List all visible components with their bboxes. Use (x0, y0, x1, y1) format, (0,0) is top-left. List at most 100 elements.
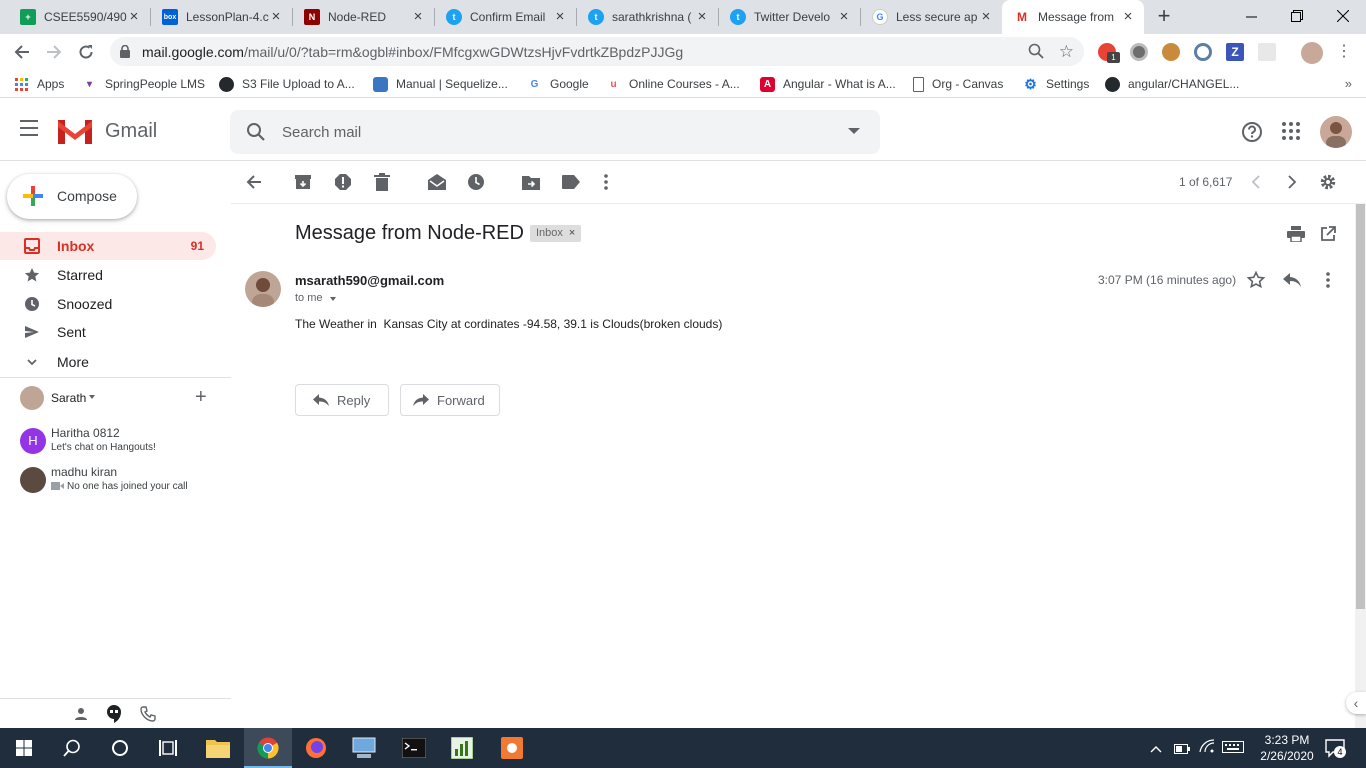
keyboard-icon[interactable] (1222, 740, 1244, 758)
bookmark-angular-changelog[interactable]: angular/CHANGEL... (1105, 75, 1239, 93)
nav-inbox[interactable]: Inbox 91 (0, 232, 216, 260)
open-in-new-window-icon[interactable] (1318, 224, 1338, 244)
task-view-icon[interactable] (144, 728, 192, 768)
restore-button[interactable] (1274, 0, 1320, 32)
bookmark-apps[interactable]: Apps (14, 75, 64, 93)
reply-button[interactable]: Reply (295, 384, 389, 416)
terminal-icon[interactable] (390, 728, 438, 768)
cast-extension-icon[interactable] (1258, 43, 1276, 61)
move-to-icon[interactable] (521, 172, 541, 192)
url-text[interactable]: mail.google.com/mail/u/0/?tab=rm&ogbl#in… (142, 44, 683, 60)
phone-icon[interactable] (140, 706, 156, 727)
snooze-icon[interactable] (466, 172, 486, 192)
lock-icon[interactable] (120, 44, 130, 63)
nav-more[interactable]: More (0, 348, 216, 376)
nav-sent[interactable]: Sent (0, 318, 216, 346)
hangouts-contact[interactable]: H Haritha 0812 Let's chat on Hangouts! (20, 426, 220, 462)
network-app-icon[interactable] (340, 728, 388, 768)
account-avatar[interactable] (1320, 116, 1352, 148)
firefox-icon[interactable] (292, 728, 340, 768)
inbox-label-chip[interactable]: Inbox × (530, 225, 582, 242)
adblock-extension-icon[interactable]: 1 (1098, 43, 1120, 63)
file-explorer-icon[interactable] (194, 728, 242, 768)
mark-unread-icon[interactable] (427, 172, 447, 192)
gmail-wordmark[interactable]: Gmail (105, 120, 157, 143)
search-input[interactable]: Search mail (282, 124, 361, 141)
search-icon[interactable] (246, 122, 266, 147)
sender-email[interactable]: msarath590@gmail.com (295, 273, 444, 288)
help-icon[interactable] (1241, 121, 1263, 143)
extension-icon[interactable] (1130, 43, 1148, 61)
show-details-icon[interactable] (330, 297, 336, 301)
remove-label-icon[interactable]: × (569, 225, 575, 242)
browser-tab[interactable]: + CSEE5590/490 × (8, 0, 150, 34)
reload-button[interactable] (74, 40, 98, 64)
label-icon[interactable] (561, 172, 581, 192)
bookmark-s3-upload[interactable]: S3 File Upload to A... (219, 75, 355, 93)
sender-avatar[interactable] (245, 271, 281, 307)
newer-message-icon[interactable] (1246, 172, 1266, 192)
search-mail-bar[interactable]: Search mail (230, 110, 880, 154)
close-window-button[interactable] (1320, 0, 1366, 32)
forward-button[interactable] (42, 40, 66, 64)
new-tab-button[interactable]: + (1152, 5, 1176, 29)
bookmark-google[interactable]: G Google (527, 75, 589, 93)
close-tab-icon[interactable]: × (552, 9, 568, 25)
minimize-button[interactable] (1228, 0, 1274, 32)
contacts-icon[interactable] (74, 707, 88, 726)
back-to-inbox-icon[interactable] (244, 172, 264, 192)
older-message-icon[interactable] (1282, 172, 1302, 192)
browser-tab[interactable]: N Node-RED × (292, 0, 434, 34)
system-clock[interactable]: 3:23 PM 2/26/2020 (1252, 732, 1322, 764)
action-center-icon[interactable]: 4 (1325, 738, 1346, 758)
browser-tab[interactable]: t Twitter Develo × (718, 0, 860, 34)
close-tab-icon[interactable]: × (268, 9, 284, 25)
print-icon[interactable] (1286, 224, 1306, 244)
forward-button[interactable]: Forward (400, 384, 500, 416)
hangouts-user[interactable]: Sarath + (20, 386, 220, 410)
zoom-icon[interactable] (1028, 43, 1044, 64)
close-tab-icon[interactable]: × (1120, 9, 1136, 25)
main-menu-icon[interactable] (20, 120, 44, 140)
chart-app-icon[interactable] (438, 728, 486, 768)
chrome-taskbar-icon[interactable] (244, 728, 292, 768)
chrome-menu-icon[interactable]: ⋮ (1336, 42, 1352, 62)
scrollbar-thumb[interactable] (1356, 204, 1365, 609)
nav-snoozed[interactable]: Snoozed (0, 290, 216, 318)
bookmarks-overflow-icon[interactable]: » (1345, 76, 1352, 91)
hangouts-icon[interactable] (106, 705, 122, 728)
delete-icon[interactable] (372, 172, 392, 192)
media-app-icon[interactable] (488, 728, 536, 768)
star-message-icon[interactable] (1246, 270, 1266, 290)
bookmark-org-canvas[interactable]: Org - Canvas (913, 75, 1003, 93)
search-options-icon[interactable] (848, 128, 860, 134)
google-apps-icon[interactable] (1282, 122, 1302, 142)
chrome-profile-avatar[interactable] (1301, 42, 1323, 64)
windows-start-icon[interactable] (0, 728, 48, 768)
report-spam-icon[interactable] (333, 172, 353, 192)
browser-tab-active[interactable]: M Message from × (1002, 0, 1144, 34)
compose-button[interactable]: Compose (7, 174, 137, 219)
cookie-extension-icon[interactable] (1162, 43, 1180, 61)
back-button[interactable] (10, 40, 34, 64)
message-more-icon[interactable] (1318, 270, 1338, 290)
nav-starred[interactable]: Starred (0, 261, 216, 289)
browser-tab[interactable]: t sarathkrishna ( × (576, 0, 718, 34)
browser-tab[interactable]: t Confirm Email × (434, 0, 576, 34)
search-icon[interactable] (48, 728, 96, 768)
new-conversation-icon[interactable]: + (195, 387, 207, 407)
browser-tab[interactable]: G Less secure ap × (860, 0, 1002, 34)
cortana-icon[interactable] (96, 728, 144, 768)
browser-tab[interactable]: box LessonPlan-4.c × (150, 0, 292, 34)
bookmark-star-icon[interactable]: ☆ (1059, 42, 1074, 62)
show-side-panel-icon[interactable]: ‹ (1346, 692, 1366, 714)
close-tab-icon[interactable]: × (694, 9, 710, 25)
archive-icon[interactable] (293, 172, 313, 192)
battery-icon[interactable] (1174, 741, 1190, 759)
eye-extension-icon[interactable] (1194, 43, 1212, 61)
more-options-icon[interactable] (596, 172, 616, 192)
close-tab-icon[interactable]: × (126, 9, 142, 25)
address-bar[interactable]: mail.google.com/mail/u/0/?tab=rm&ogbl#in… (110, 37, 1084, 66)
close-tab-icon[interactable]: × (978, 9, 994, 25)
bookmark-sequelize[interactable]: Manual | Sequelize... (373, 75, 508, 93)
